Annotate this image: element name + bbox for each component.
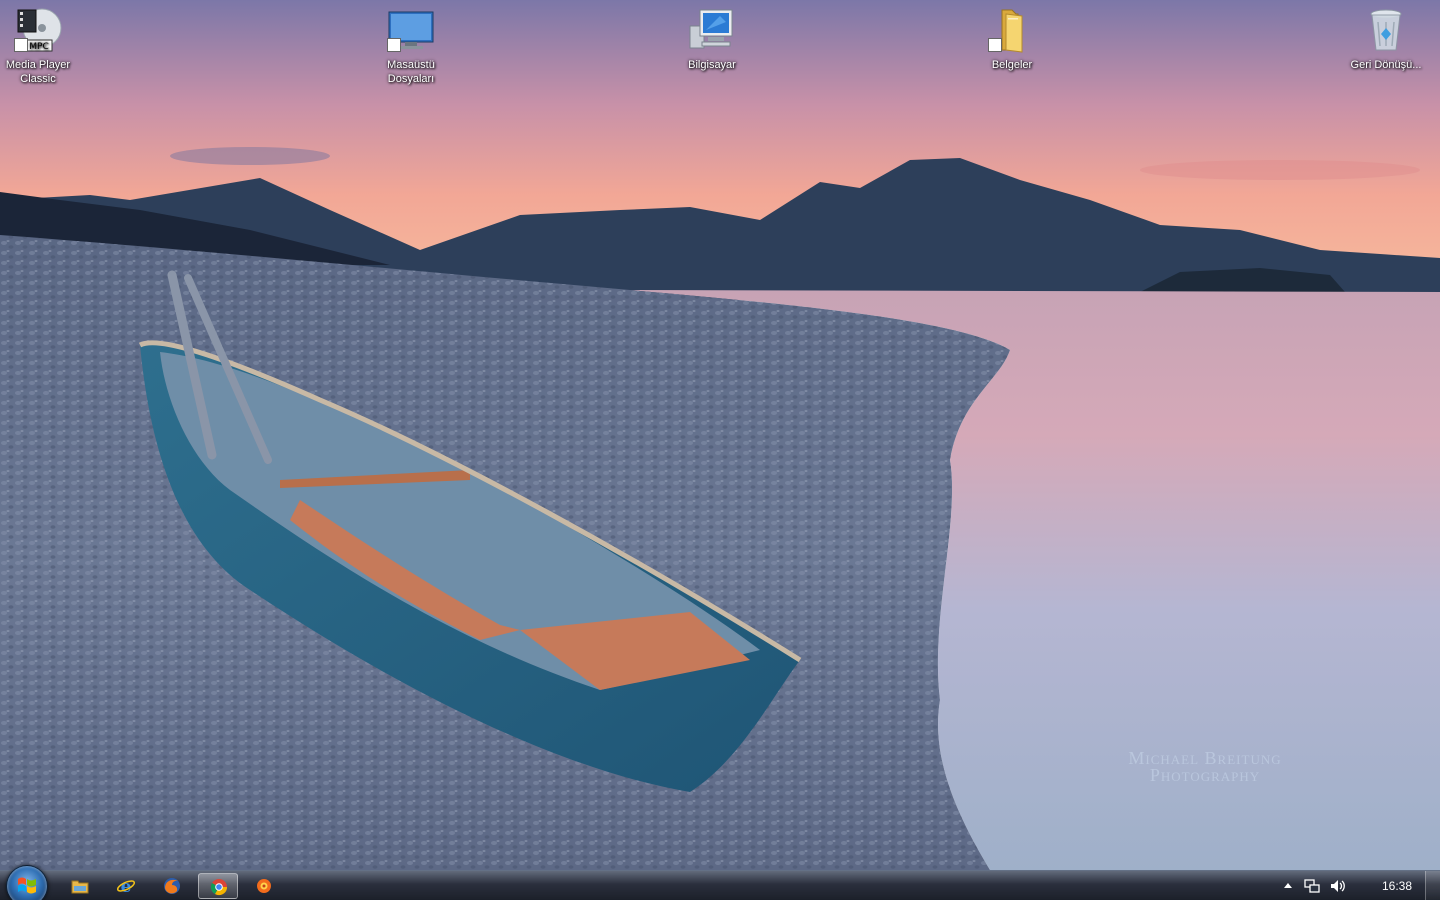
desktop-icon-media-player-classic[interactable]: MPC Media Player Classic <box>0 0 76 86</box>
desktop-icon-belgeler[interactable]: Belgeler <box>974 0 1050 72</box>
desktop[interactable]: MPC Media Player Classic Masaüstü Dosyal… <box>0 0 1440 900</box>
taskbar: e 16:38 <box>0 865 1440 900</box>
shortcut-arrow-icon <box>988 38 1002 52</box>
computer-icon <box>688 6 736 54</box>
volume-tray-button[interactable] <box>1330 878 1346 894</box>
watermark-line-2: Photography <box>1149 765 1261 785</box>
show-desktop-button[interactable] <box>1425 871 1440 900</box>
svg-text:e: e <box>121 877 132 895</box>
start-button[interactable] <box>6 865 48 900</box>
taskbar-clock[interactable]: 16:38 <box>1382 879 1412 893</box>
firefox-nightly-icon <box>257 879 271 893</box>
svg-text:MPC: MPC <box>29 42 48 52</box>
show-hidden-icons-arrow-icon <box>1284 883 1292 888</box>
recycle-bin-icon <box>1362 6 1410 54</box>
desktop-icon-label: Belgeler <box>991 59 1033 71</box>
system-tray: 16:38 <box>1260 871 1440 900</box>
taskbar-windows-explorer[interactable] <box>60 873 100 899</box>
firefox-icon <box>164 878 180 894</box>
desktop-icon-masaustu-dosyalari[interactable]: Masaüstü Dosyaları <box>373 0 449 86</box>
show-hidden-icons-button[interactable] <box>1280 878 1296 894</box>
chrome-icon <box>210 879 228 896</box>
taskbar-chrome[interactable] <box>198 873 238 899</box>
media-player-classic-icon: MPC <box>14 6 62 54</box>
desktop-icon-label: Masaüstü Dosyaları <box>387 59 435 85</box>
photographer-watermark: Michael Breitung Photography <box>1100 749 1310 785</box>
monitor-folder-icon <box>387 6 435 54</box>
taskbar-internet-explorer[interactable]: e <box>106 873 146 899</box>
network-tray-button[interactable] <box>1304 878 1320 894</box>
desktop-icon-label: Geri Dönüşü... <box>1350 59 1422 71</box>
desktop-icon-label: Media Player Classic <box>5 59 71 85</box>
folder-icon <box>988 6 1036 54</box>
windows-logo-icon <box>18 877 36 894</box>
volume-icon <box>1331 880 1345 892</box>
taskbar-firefox-nightly[interactable] <box>244 873 284 899</box>
desktop-icon-bilgisayar[interactable]: Bilgisayar <box>674 0 750 72</box>
desktop-icon-label: Bilgisayar <box>688 59 736 71</box>
taskbar-firefox[interactable] <box>152 873 192 899</box>
internet-explorer-icon: e <box>117 877 135 895</box>
shortcut-arrow-icon <box>14 38 28 52</box>
shortcut-arrow-icon <box>387 38 401 52</box>
windows-explorer-icon <box>71 880 89 894</box>
network-icon <box>1304 879 1320 893</box>
desktop-icon-geri-donusum[interactable]: Geri Dönüşü... <box>1348 0 1424 72</box>
